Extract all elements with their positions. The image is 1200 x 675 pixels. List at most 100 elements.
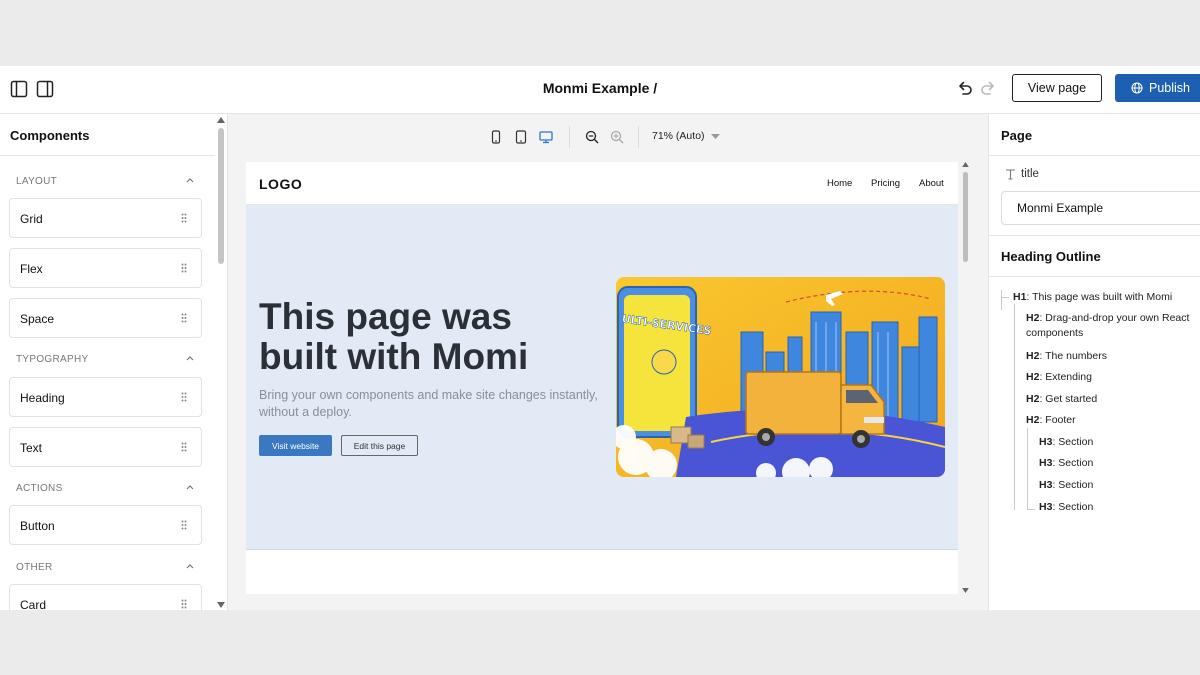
edit-this-page-button[interactable]: Edit this page — [341, 435, 418, 456]
components-title: Components — [10, 128, 90, 143]
components-panel: Components LAYOUT Grid Flex Space TYPOGR… — [0, 114, 228, 610]
page-preview-frame: LOGO Home Pricing About This page was bu… — [246, 162, 958, 594]
title-prop-label-text: title — [1021, 168, 1039, 180]
zoom-in-icon[interactable] — [610, 130, 624, 144]
editor-app: Monmi Example / View page Publish Compon… — [0, 66, 1200, 610]
component-grid[interactable]: Grid — [9, 198, 202, 238]
zoom-out-icon[interactable] — [585, 130, 599, 144]
component-space[interactable]: Space — [9, 298, 202, 338]
scroll-up-icon[interactable] — [217, 117, 225, 123]
section-label-layout: LAYOUT — [16, 176, 58, 187]
undo-icon[interactable] — [955, 78, 975, 98]
outline-text: Section — [1058, 457, 1094, 469]
outline-tree-line — [1001, 297, 1009, 298]
outline-item-h2[interactable]: H2: Footer — [1026, 413, 1076, 428]
section-label-other: OTHER — [16, 562, 53, 573]
scroll-down-icon[interactable] — [962, 588, 969, 593]
page-title-input[interactable] — [1001, 191, 1200, 225]
outline-item-h2[interactable]: H2: Get started — [1026, 392, 1097, 407]
scroll-up-icon[interactable] — [962, 162, 969, 167]
outline-item-h2[interactable]: H2: The numbers — [1026, 349, 1107, 364]
outline-item-h3[interactable]: H3: Section — [1039, 435, 1093, 450]
drag-handle-icon[interactable] — [181, 599, 187, 609]
component-label: Flex — [20, 262, 43, 276]
chevron-up-icon[interactable] — [185, 354, 195, 362]
hero-title: This page was built with Momi — [259, 296, 529, 377]
drag-handle-icon[interactable] — [181, 213, 187, 223]
component-label: Heading — [20, 391, 65, 405]
globe-icon — [1131, 82, 1143, 94]
component-label: Button — [20, 519, 55, 533]
outline-text: Footer — [1045, 414, 1076, 426]
text-type-icon — [1006, 169, 1015, 180]
outline-text-continued: components — [1026, 327, 1084, 339]
scroll-down-icon[interactable] — [217, 602, 225, 608]
site-nav-about[interactable]: About — [919, 178, 944, 189]
outline-text: Extending — [1045, 371, 1092, 383]
publish-button[interactable]: Publish — [1115, 74, 1200, 102]
chevron-up-icon[interactable] — [185, 562, 195, 570]
drag-handle-icon[interactable] — [181, 520, 187, 530]
component-heading[interactable]: Heading — [9, 377, 202, 417]
page-panel-title: Page — [1001, 128, 1033, 143]
scrollbar-thumb[interactable] — [963, 172, 968, 262]
outline-level: H3 — [1039, 501, 1053, 513]
outline-item-h3[interactable]: H3: Section — [1039, 456, 1093, 471]
top-bar: Monmi Example / View page Publish — [0, 66, 1200, 114]
outline-level: H2 — [1026, 393, 1040, 405]
view-page-button[interactable]: View page — [1012, 74, 1102, 102]
drag-handle-icon[interactable] — [181, 313, 187, 323]
outline-level: H3 — [1039, 479, 1053, 491]
toolbar-divider — [638, 126, 639, 148]
outline-tree-line — [1001, 290, 1002, 310]
component-label: Card — [20, 598, 47, 610]
chevron-up-icon[interactable] — [185, 176, 195, 184]
outline-level: H2 — [1026, 414, 1040, 426]
outline-level: H2 — [1026, 371, 1040, 383]
visit-website-button[interactable]: Visit website — [259, 435, 332, 456]
outline-item-h1[interactable]: H1: This page was built with Momi — [1013, 290, 1172, 305]
drag-handle-icon[interactable] — [181, 263, 187, 273]
drag-handle-icon[interactable] — [181, 392, 187, 402]
component-text[interactable]: Text — [9, 427, 202, 467]
outline-text: Section — [1058, 436, 1094, 448]
chevron-down-icon[interactable] — [711, 134, 720, 140]
outline-tree-line — [1027, 428, 1028, 510]
component-button[interactable]: Button — [9, 505, 202, 545]
tablet-view-icon[interactable] — [515, 130, 527, 144]
section-label-actions: ACTIONS — [16, 483, 63, 494]
publish-label: Publish — [1149, 81, 1190, 95]
site-nav-home[interactable]: Home — [827, 178, 852, 189]
redo-icon[interactable] — [978, 78, 998, 98]
desktop-view-icon[interactable] — [539, 130, 553, 144]
outline-text: Drag-and-drop your own React — [1045, 312, 1190, 324]
hero-section[interactable]: This page was built with Momi Bring your… — [246, 205, 958, 550]
scrollbar-thumb[interactable] — [218, 128, 224, 264]
hero-illustration: ULTI-SERVICES — [616, 277, 945, 477]
drag-handle-icon[interactable] — [181, 442, 187, 452]
component-flex[interactable]: Flex — [9, 248, 202, 288]
section-label-typography: TYPOGRAPHY — [16, 354, 89, 365]
site-logo[interactable]: LOGO — [259, 176, 302, 192]
outline-item-h2[interactable]: H2: Drag-and-drop your own React componen… — [1026, 311, 1189, 341]
editor-canvas: 71% (Auto) LOGO Home Pricing About This … — [228, 114, 988, 610]
outline-text: This page was built with Momi — [1032, 291, 1173, 303]
zoom-select[interactable]: 71% (Auto) — [652, 130, 705, 142]
outline-text: Section — [1058, 479, 1094, 491]
component-label: Text — [20, 441, 43, 455]
outline-item-h2[interactable]: H2: Extending — [1026, 370, 1092, 385]
outline-item-h3[interactable]: H3: Section — [1039, 500, 1093, 515]
canvas-scrollbar[interactable] — [961, 162, 971, 594]
divider — [989, 276, 1200, 277]
outline-item-h3[interactable]: H3: Section — [1039, 478, 1093, 493]
title-prop-label: title — [1005, 168, 1039, 180]
site-navbar[interactable]: LOGO Home Pricing About — [246, 162, 958, 205]
outline-tree-line — [1014, 304, 1015, 510]
site-nav-pricing[interactable]: Pricing — [871, 178, 900, 189]
component-card[interactable]: Card — [9, 584, 202, 610]
outline-level: H1 — [1013, 291, 1027, 303]
mobile-view-icon[interactable] — [490, 130, 502, 144]
page-settings-panel: Page title Heading Outline H1: This page… — [988, 114, 1200, 610]
chevron-up-icon[interactable] — [185, 483, 195, 491]
components-scrollbar[interactable] — [216, 114, 226, 610]
